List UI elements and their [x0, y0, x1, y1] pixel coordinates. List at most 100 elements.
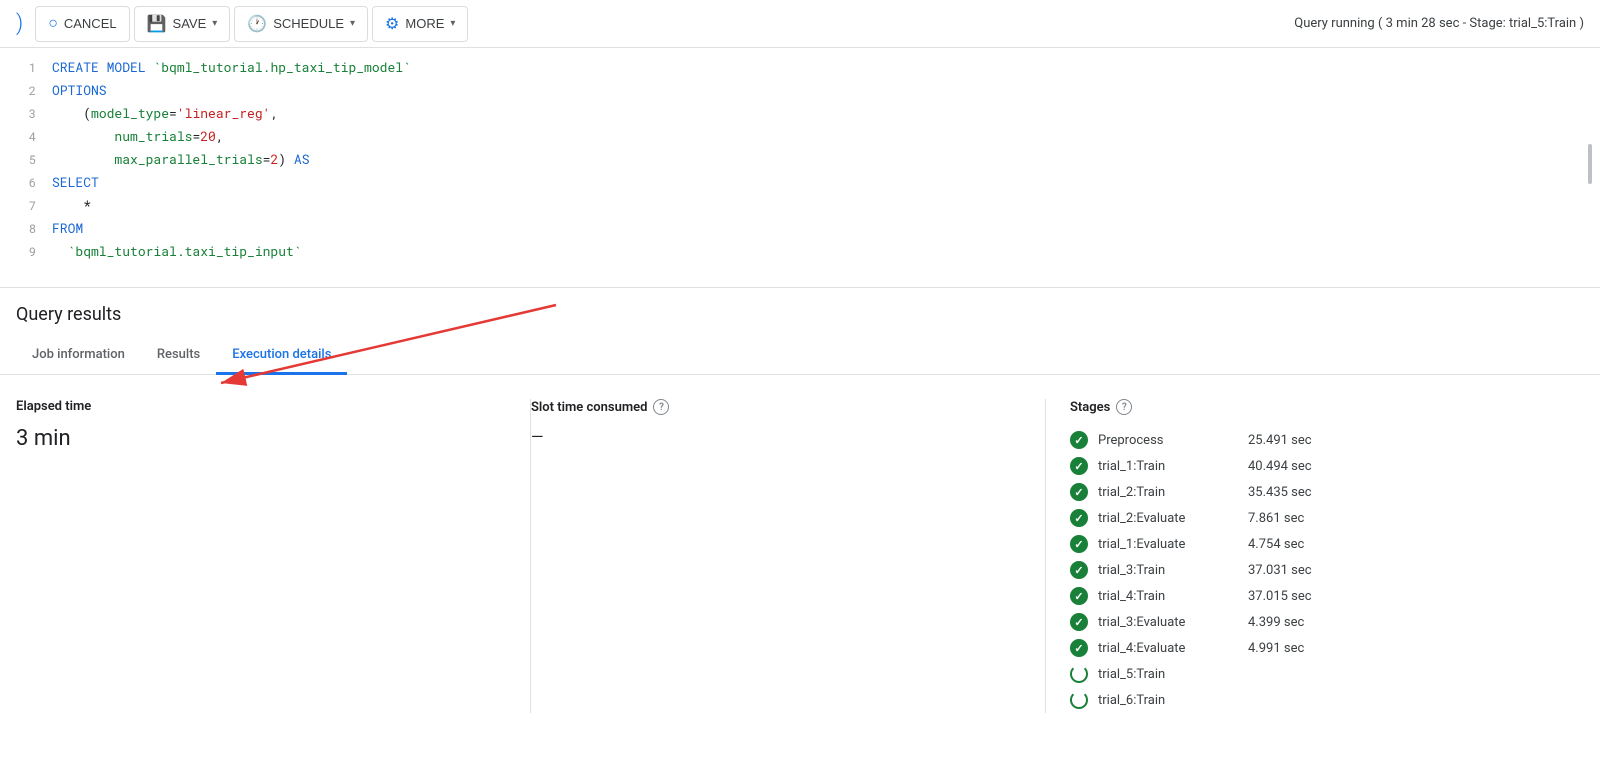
tab-results[interactable]: Results	[141, 337, 216, 375]
slot-value: —	[531, 427, 1021, 446]
line-content: SELECT	[52, 172, 1584, 192]
slot-time-col: Slot time consumed ? —	[531, 399, 1045, 713]
stage-time: 37.031 sec	[1248, 563, 1312, 578]
cancel-label: CANCEL	[64, 16, 117, 31]
line-content: `bqml_tutorial.taxi_tip_input`	[52, 241, 1584, 261]
elapsed-value: 3 min	[16, 426, 506, 451]
code-token: =	[169, 104, 177, 122]
stage-name: trial_4:Evaluate	[1098, 641, 1238, 656]
stage-running-icon	[1070, 691, 1088, 709]
execution-content: Elapsed time 3 min Slot time consumed ? …	[16, 375, 1584, 737]
tab-execution[interactable]: Execution details	[216, 337, 347, 375]
query-status: Query running ( 3 min 28 sec - Stage: tr…	[1294, 16, 1584, 31]
stage-name: trial_5:Train	[1098, 667, 1238, 682]
stage-name: trial_1:Train	[1098, 459, 1238, 474]
stage-running-icon	[1070, 665, 1088, 683]
line-content: CREATE MODEL `bqml_tutorial.hp_taxi_tip_…	[52, 57, 1584, 77]
line-number: 7	[8, 196, 36, 216]
stage-name: trial_3:Train	[1098, 563, 1238, 578]
toolbar: ) ○ CANCEL 💾 SAVE ▾ 🕐 SCHEDULE ▾ ⚙ MORE …	[0, 0, 1600, 48]
schedule-label: SCHEDULE	[273, 16, 344, 31]
more-button[interactable]: ⚙ MORE ▾	[372, 6, 468, 42]
results-section: Query results Job informationResultsExec…	[0, 288, 1600, 737]
line-number: 8	[8, 219, 36, 239]
code-token: CREATE MODEL	[52, 58, 153, 76]
stages-col: Stages ? Preprocess 25.491 sec trial_1:T…	[1046, 399, 1584, 713]
line-content: max_parallel_trials=2) AS	[52, 149, 1584, 169]
code-token: OPTIONS	[52, 81, 107, 99]
scrollbar-handle[interactable]	[1588, 144, 1592, 184]
code-token: FROM	[52, 219, 83, 237]
stage-time: 40.494 sec	[1248, 459, 1312, 474]
code-token: SELECT	[52, 173, 99, 191]
line-number: 5	[8, 150, 36, 170]
stage-row: trial_5:Train	[1070, 661, 1560, 687]
stage-row: Preprocess 25.491 sec	[1070, 427, 1560, 453]
code-token	[52, 150, 114, 168]
results-title: Query results	[16, 304, 1584, 325]
stage-row: trial_6:Train	[1070, 687, 1560, 713]
tab-job-info[interactable]: Job information	[16, 337, 141, 375]
code-line: 3 (model_type='linear_reg',	[0, 102, 1600, 125]
elapsed-time-col: Elapsed time 3 min	[16, 399, 530, 713]
code-token: ,	[270, 104, 278, 122]
stage-time: 4.991 sec	[1248, 641, 1304, 656]
code-token: AS	[294, 150, 310, 168]
save-button[interactable]: 💾 SAVE ▾	[134, 6, 231, 42]
stage-name: trial_6:Train	[1098, 693, 1238, 708]
stage-time: 25.491 sec	[1248, 433, 1312, 448]
more-chevron-icon: ▾	[450, 18, 455, 29]
line-content: *	[52, 195, 1584, 215]
code-token: *	[52, 196, 91, 214]
stage-complete-icon	[1070, 431, 1088, 449]
code-token: (	[52, 104, 91, 122]
slot-help-icon[interactable]: ?	[653, 399, 669, 415]
stage-time: 7.861 sec	[1248, 511, 1304, 526]
stage-complete-icon	[1070, 509, 1088, 527]
code-line: 2 OPTIONS	[0, 79, 1600, 102]
code-token: num_trials	[114, 127, 192, 145]
stages-label: Stages ?	[1070, 399, 1560, 415]
stage-row: trial_4:Train 37.015 sec	[1070, 583, 1560, 609]
line-content: num_trials=20,	[52, 126, 1584, 146]
code-line: 6SELECT	[0, 171, 1600, 194]
stage-row: trial_2:Train 35.435 sec	[1070, 479, 1560, 505]
stage-complete-icon	[1070, 457, 1088, 475]
save-label: SAVE	[173, 16, 207, 31]
stage-row: trial_3:Train 37.031 sec	[1070, 557, 1560, 583]
save-icon: 💾	[147, 14, 167, 34]
code-token: model_type	[91, 104, 169, 122]
schedule-button[interactable]: 🕐 SCHEDULE ▾	[234, 6, 368, 42]
stage-complete-icon	[1070, 587, 1088, 605]
stage-complete-icon	[1070, 483, 1088, 501]
code-line: 5 max_parallel_trials=2) AS	[0, 148, 1600, 171]
stage-time: 37.015 sec	[1248, 589, 1312, 604]
stage-complete-icon	[1070, 639, 1088, 657]
schedule-icon: 🕐	[247, 14, 267, 34]
stage-name: trial_2:Evaluate	[1098, 511, 1238, 526]
code-line: 7 *	[0, 194, 1600, 217]
code-token: `bqml_tutorial.hp_taxi_tip_model`	[153, 58, 410, 76]
schedule-chevron-icon: ▾	[350, 18, 355, 29]
stage-name: Preprocess	[1098, 433, 1238, 448]
line-number: 4	[8, 127, 36, 147]
code-line: 8 FROM	[0, 217, 1600, 240]
stage-complete-icon	[1070, 535, 1088, 553]
cancel-button[interactable]: ○ CANCEL	[35, 6, 129, 42]
stage-row: trial_4:Evaluate 4.991 sec	[1070, 635, 1560, 661]
code-line: 4 num_trials=20,	[0, 125, 1600, 148]
stage-complete-icon	[1070, 561, 1088, 579]
elapsed-label: Elapsed time	[16, 399, 506, 414]
code-token: ,	[216, 127, 224, 145]
stage-row: trial_2:Evaluate 7.861 sec	[1070, 505, 1560, 531]
stages-help-icon[interactable]: ?	[1116, 399, 1132, 415]
line-number: 3	[8, 104, 36, 124]
stage-row: trial_1:Evaluate 4.754 sec	[1070, 531, 1560, 557]
line-number: 2	[8, 81, 36, 101]
code-token: 'linear_reg'	[177, 104, 271, 122]
code-line: 9 `bqml_tutorial.taxi_tip_input`	[0, 240, 1600, 263]
code-token: )	[278, 150, 294, 168]
stage-time: 35.435 sec	[1248, 485, 1312, 500]
code-token: 20	[200, 127, 216, 145]
code-editor[interactable]: 1CREATE MODEL `bqml_tutorial.hp_taxi_tip…	[0, 48, 1600, 288]
